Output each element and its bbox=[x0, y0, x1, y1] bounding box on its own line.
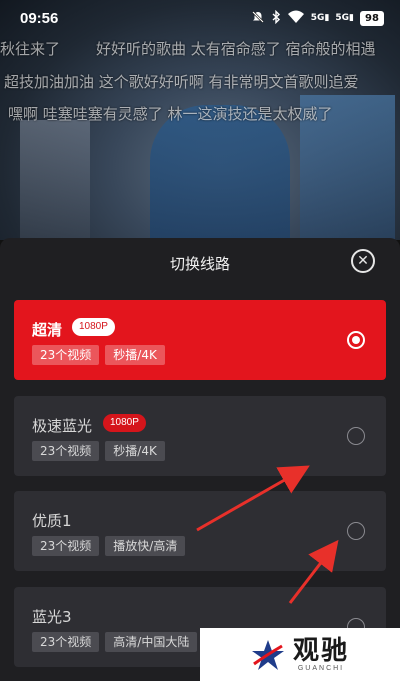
watermark-text: 观驰 GUANCHI bbox=[293, 637, 349, 672]
line-tag: 秒播/4K bbox=[105, 345, 165, 365]
line-tag: 播放快/高清 bbox=[105, 536, 186, 556]
line-tag: 23个视频 bbox=[32, 441, 100, 461]
close-icon: ✕ bbox=[357, 253, 369, 269]
star-logo-icon bbox=[251, 639, 284, 670]
watermark: 观驰 GUANCHI bbox=[200, 628, 400, 681]
watermark-cn: 观驰 bbox=[292, 636, 349, 666]
line-name: 蓝光3 bbox=[32, 608, 72, 626]
video-player[interactable]: 秋往来了 好好听的歌曲 太有宿命感了 宿命般的相遇 超技加油加油 这个歌好好听啊… bbox=[0, 0, 400, 240]
line-tags: 23个视频 播放快/高清 bbox=[32, 536, 186, 556]
line-name: 超清 bbox=[32, 321, 63, 339]
line-tag: 高清/中国大陆 bbox=[105, 632, 198, 652]
watermark-en: GUANCHI bbox=[297, 665, 345, 672]
video-scene-figure bbox=[150, 105, 290, 240]
line-tag: 秒播/4K bbox=[105, 441, 165, 461]
wifi-icon bbox=[287, 10, 305, 27]
line-option-2[interactable]: 极速蓝光 1080P 23个视频 秒播/4K bbox=[14, 396, 386, 476]
switch-line-sheet: 切换线路 ✕ 超清 1080P 23个视频 秒播/4K 极速蓝光 1080P 2… bbox=[0, 238, 400, 681]
close-button[interactable]: ✕ bbox=[351, 249, 375, 273]
radio-button[interactable] bbox=[347, 522, 365, 540]
signal-5g-icon: 5G▮ bbox=[310, 13, 330, 23]
line-tag: 23个视频 bbox=[32, 632, 100, 652]
danmaku-comment: 好好听的歌曲 太有宿命感了 宿命般的相遇 bbox=[96, 40, 376, 58]
line-name: 极速蓝光 bbox=[32, 417, 93, 435]
line-option-3[interactable]: 优质1 23个视频 播放快/高清 bbox=[14, 491, 386, 571]
sheet-header: 切换线路 ✕ bbox=[0, 238, 400, 286]
line-tags: 23个视频 秒播/4K bbox=[32, 345, 165, 365]
line-option-1[interactable]: 超清 1080P 23个视频 秒播/4K bbox=[14, 300, 386, 380]
status-bar: 09:56 5G▮ 5G▮ 98 bbox=[0, 0, 400, 36]
resolution-badge: 1080P bbox=[72, 318, 115, 336]
bluetooth-icon bbox=[271, 9, 281, 27]
sheet-title: 切换线路 bbox=[169, 255, 230, 273]
line-tags: 23个视频 秒播/4K bbox=[32, 441, 165, 461]
line-name: 优质1 bbox=[32, 512, 72, 530]
danmaku-comment: 秋往来了 bbox=[0, 40, 61, 58]
line-tag: 23个视频 bbox=[32, 345, 100, 365]
status-time: 09:56 bbox=[20, 9, 59, 27]
radio-button-checked[interactable] bbox=[347, 331, 365, 349]
video-scene bbox=[20, 120, 90, 240]
danmaku-comment: 超技加油加油 这个歌好好听啊 有非常明文首歌则追爱 bbox=[4, 73, 359, 91]
line-tags: 23个视频 高清/中国大陆 bbox=[32, 632, 198, 652]
resolution-badge: 1080P bbox=[103, 414, 146, 432]
mute-icon bbox=[251, 10, 265, 27]
signal-5g-icon-2: 5G▮ bbox=[335, 13, 354, 23]
status-icons: 5G▮ 5G▮ 98 bbox=[251, 9, 384, 27]
radio-button[interactable] bbox=[347, 427, 365, 445]
danmaku-comment: 嘿啊 哇塞哇塞有灵感了 林一这演技还是太权威了 bbox=[8, 105, 333, 123]
battery-indicator: 98 bbox=[360, 10, 384, 26]
line-tag: 23个视频 bbox=[32, 536, 100, 556]
